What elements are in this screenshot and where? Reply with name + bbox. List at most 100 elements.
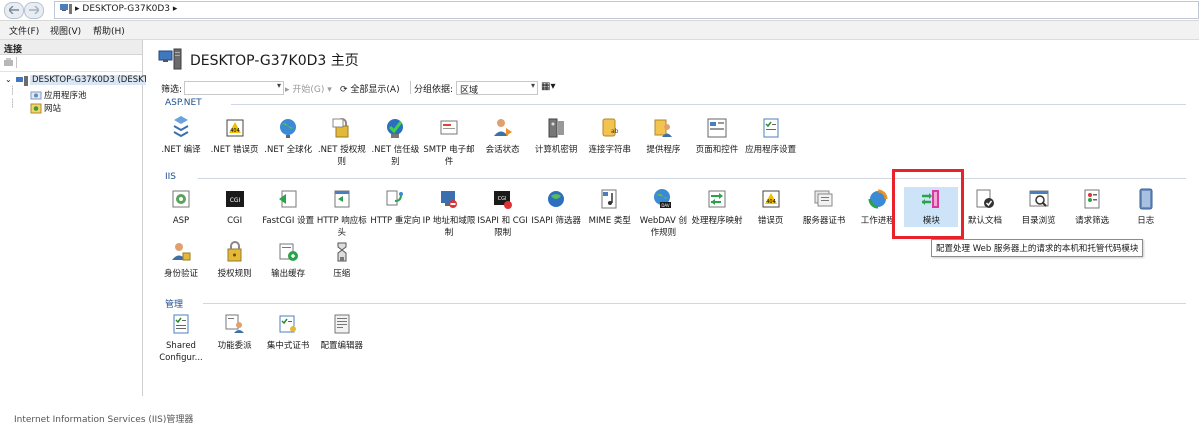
feature-item[interactable]: 目录浏览	[1012, 187, 1066, 227]
feature-item[interactable]: 计算机密钥	[529, 116, 583, 156]
feature-item[interactable]: 配置编辑器	[315, 312, 369, 352]
feature-item[interactable]: 提供程序	[636, 116, 690, 156]
chevron-down-icon[interactable]: ⌄	[5, 75, 12, 84]
feature-item[interactable]: .NET 授权规则	[315, 116, 369, 168]
features-view: DESKTOP-G37K0D3 主页 筛选: ▾ ▸ 开始(G) ▾ ⟳ 全部显…	[146, 40, 1199, 396]
modules-tooltip: 配置处理 Web 服务器上的请求的本机和托管代码模块	[931, 239, 1144, 257]
svg-text:404: 404	[230, 128, 240, 134]
feature-item[interactable]: .NET 编译	[154, 116, 208, 156]
email-icon	[440, 120, 458, 135]
section-header: IIS	[165, 172, 177, 182]
back-button[interactable]	[4, 2, 24, 19]
feature-item[interactable]: 授权规则	[208, 240, 262, 280]
feature-item-label: 页面和控件	[695, 145, 739, 155]
feature-item[interactable]: 请求筛选	[1065, 187, 1119, 227]
worker-process-icon	[868, 189, 888, 209]
feature-item[interactable]: 压缩	[315, 240, 369, 280]
feature-item[interactable]: MIME 类型	[583, 187, 637, 227]
dropdown-arrow-icon[interactable]: ▾	[277, 81, 281, 90]
machine-key-icon	[548, 118, 565, 138]
feature-item-label: 处理程序映射	[691, 216, 743, 226]
feature-item[interactable]: HTTP 重定向	[368, 187, 422, 227]
feature-item[interactable]: DAV WebDAV 创作规则	[636, 187, 690, 239]
feature-item-label: 提供程序	[646, 145, 681, 155]
feature-item[interactable]: .NET 信任级别	[368, 116, 422, 168]
feature-item-label: MIME 类型	[588, 216, 631, 226]
feature-item-label: 身份验证	[163, 269, 198, 279]
feature-item[interactable]: ISAPI 筛选器	[529, 187, 583, 227]
section-header: ASP.NET	[165, 98, 202, 108]
filter-bar: 筛选: ▾ ▸ 开始(G) ▾ ⟳ 全部显示(A) 分组依据: 区域 ▾ ▦▾	[159, 81, 1199, 96]
handler-map-icon	[708, 190, 726, 208]
status-bar: Internet Information Services (IIS)管理器	[0, 398, 1199, 425]
view-mode-button[interactable]: ▦▾	[541, 81, 555, 92]
feature-item[interactable]: CGI CGI	[208, 187, 262, 227]
feature-item-label: 授权规则	[217, 269, 252, 279]
feature-item[interactable]: FastCGI 设置	[261, 187, 315, 227]
feature-item[interactable]: 404 错误页	[744, 187, 798, 227]
feature-item-label: CGI	[227, 216, 243, 226]
feature-item[interactable]: 输出缓存	[261, 240, 315, 280]
trust-check-icon	[387, 119, 404, 138]
feature-item-label: .NET 错误页	[210, 145, 259, 155]
feature-item-label: 配置编辑器	[320, 341, 364, 351]
feature-item[interactable]: 日志	[1119, 187, 1173, 227]
feature-item[interactable]: IP 地址和域限制	[422, 187, 476, 239]
feature-item[interactable]: ab 连接字符串	[583, 116, 637, 156]
net-error-page-icon: 404	[226, 119, 244, 137]
auth-icon	[172, 243, 191, 261]
dropdown-arrow-icon[interactable]: ▾	[531, 81, 535, 90]
connect-icon[interactable]	[3, 57, 14, 68]
start-button[interactable]: ▸ 开始(G) ▾	[285, 82, 332, 95]
tree-item-server[interactable]: ⌄ DESKTOP-G37K0D3 (DESKT	[2, 75, 151, 88]
feature-item[interactable]: HTTP 响应标头	[315, 187, 369, 239]
page-title: DESKTOP-G37K0D3 主页	[190, 53, 359, 69]
feature-item[interactable]: 默认文档	[958, 187, 1012, 227]
feature-item-label: 请求筛选	[1075, 216, 1110, 226]
feature-item[interactable]: .NET 全球化	[261, 116, 315, 156]
server-icon	[60, 4, 72, 14]
feature-item-label: WebDAV 创作规则	[639, 216, 687, 238]
feature-item[interactable]: 页面和控件	[690, 116, 744, 156]
feature-item[interactable]: Shared Configur...	[154, 312, 208, 364]
svg-text:CGI: CGI	[229, 197, 240, 204]
cgi-icon: CGI	[225, 191, 244, 207]
net-compile-icon	[173, 116, 189, 138]
connections-toolbar	[0, 55, 142, 72]
default-doc-icon	[976, 189, 994, 208]
provider-icon	[654, 119, 673, 137]
feature-item-label: 日志	[1137, 216, 1155, 226]
dir-browse-icon	[1029, 190, 1049, 207]
show-all-button[interactable]: ⟳ 全部显示(A)	[340, 82, 400, 95]
feature-item[interactable]: CGI ISAPI 和 CGI 限制	[476, 187, 530, 239]
section-divider	[203, 303, 1186, 304]
address-bar: ▸ DESKTOP-G37K0D3 ▸	[0, 0, 1199, 21]
feature-item[interactable]: 集中式证书	[261, 312, 315, 352]
connections-header: 连接	[0, 40, 142, 55]
menu-file[interactable]: 文件(F)	[9, 24, 39, 37]
feature-item[interactable]: ASP	[154, 187, 208, 227]
menu-view[interactable]: 视图(V)	[50, 24, 81, 37]
feature-item[interactable]: 应用程序设置	[744, 116, 798, 156]
feature-item-label: .NET 信任级别	[371, 145, 420, 167]
http-header-icon	[334, 190, 350, 208]
feature-item[interactable]: 会话状态	[476, 116, 530, 156]
menu-help[interactable]: 帮助(H)	[93, 24, 125, 37]
group-by-select[interactable]: 区域 ▾	[456, 81, 538, 96]
feature-item[interactable]: SMTP 电子邮件	[422, 116, 476, 168]
filter-input[interactable]: ▾	[184, 81, 284, 95]
feature-item[interactable]: 服务器证书	[797, 187, 851, 227]
feature-item-label: ISAPI 和 CGI 限制	[477, 216, 528, 238]
address-input[interactable]: ▸ DESKTOP-G37K0D3 ▸	[54, 1, 1199, 19]
svg-text:DAV: DAV	[662, 203, 670, 208]
tree-label-server: DESKTOP-G37K0D3 (DESKT	[30, 75, 151, 85]
tree-label-sites: 网站	[44, 104, 62, 114]
feature-item[interactable]: 功能委派	[208, 312, 262, 352]
server-icon	[16, 76, 28, 86]
forward-button[interactable]	[24, 2, 44, 19]
address-path: ▸ DESKTOP-G37K0D3 ▸	[75, 4, 178, 14]
feature-item[interactable]: 身份验证	[154, 240, 208, 280]
feature-item[interactable]: 404 .NET 错误页	[208, 116, 262, 156]
sites-icon	[30, 103, 42, 114]
feature-item[interactable]: 处理程序映射	[690, 187, 744, 227]
